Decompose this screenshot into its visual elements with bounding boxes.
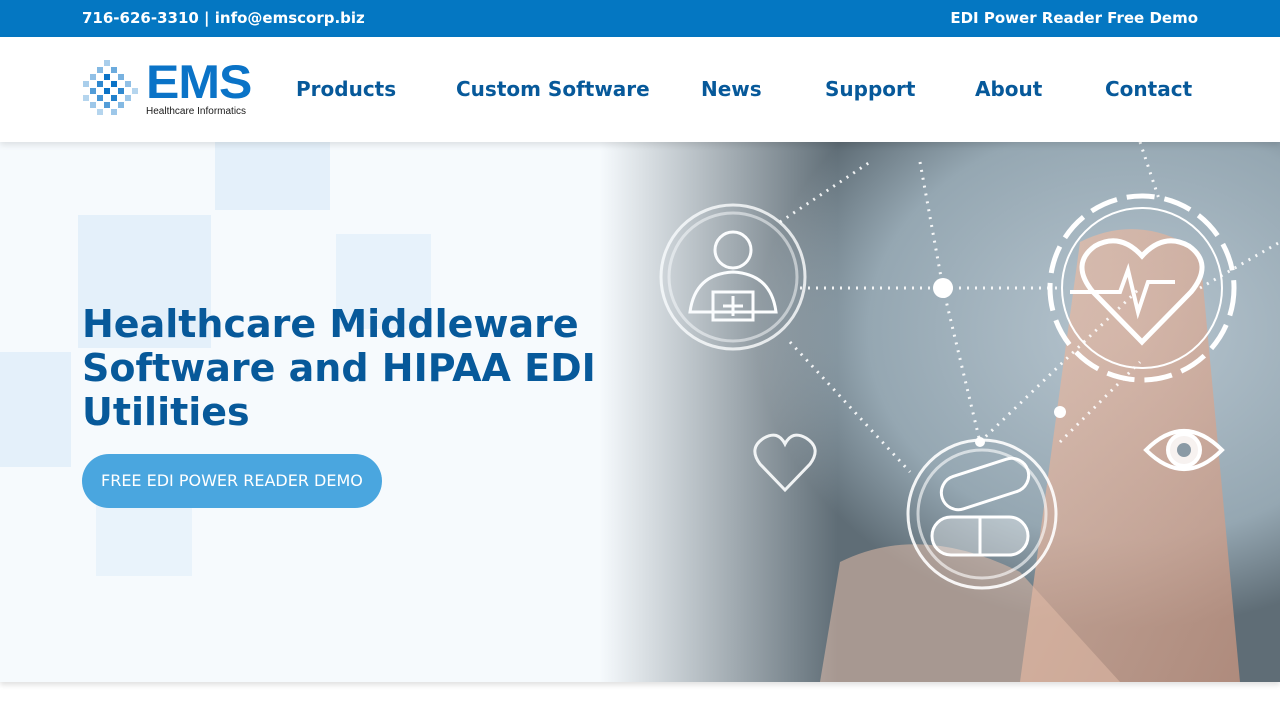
email-link[interactable]: info@emscorp.biz [215, 9, 365, 27]
nav-item-contact[interactable]: Contact [1105, 77, 1192, 101]
top-demo-link[interactable]: EDI Power Reader Free Demo [950, 9, 1198, 27]
contact-info: 716-626-3310 | info@emscorp.biz [82, 9, 365, 27]
contact-separator: | [198, 9, 215, 27]
main-nav: Products Custom Software News Support Ab… [0, 77, 1280, 103]
nav-item-custom-software[interactable]: Custom Software [456, 77, 650, 101]
nav-item-support[interactable]: Support [825, 77, 915, 101]
decor-square [0, 352, 71, 467]
phone-link[interactable]: 716-626-3310 [82, 9, 199, 27]
site-header: EMS Healthcare Informatics Products Cust… [0, 37, 1280, 142]
decor-square [96, 502, 192, 576]
nav-item-news[interactable]: News [701, 77, 762, 101]
nav-item-products[interactable]: Products [296, 77, 396, 101]
free-demo-button[interactable]: FREE EDI POWER READER DEMO [82, 454, 382, 508]
hero-heading: Healthcare Middleware Software and HIPAA… [82, 302, 596, 434]
hero-banner: Healthcare Middleware Software and HIPAA… [0, 142, 1280, 682]
top-bar: 716-626-3310 | info@emscorp.biz EDI Powe… [0, 0, 1280, 37]
logo-tagline: Healthcare Informatics [146, 106, 247, 117]
hero-medical-illustration [600, 142, 1280, 682]
nav-item-about[interactable]: About [975, 77, 1042, 101]
decor-square [215, 142, 330, 210]
